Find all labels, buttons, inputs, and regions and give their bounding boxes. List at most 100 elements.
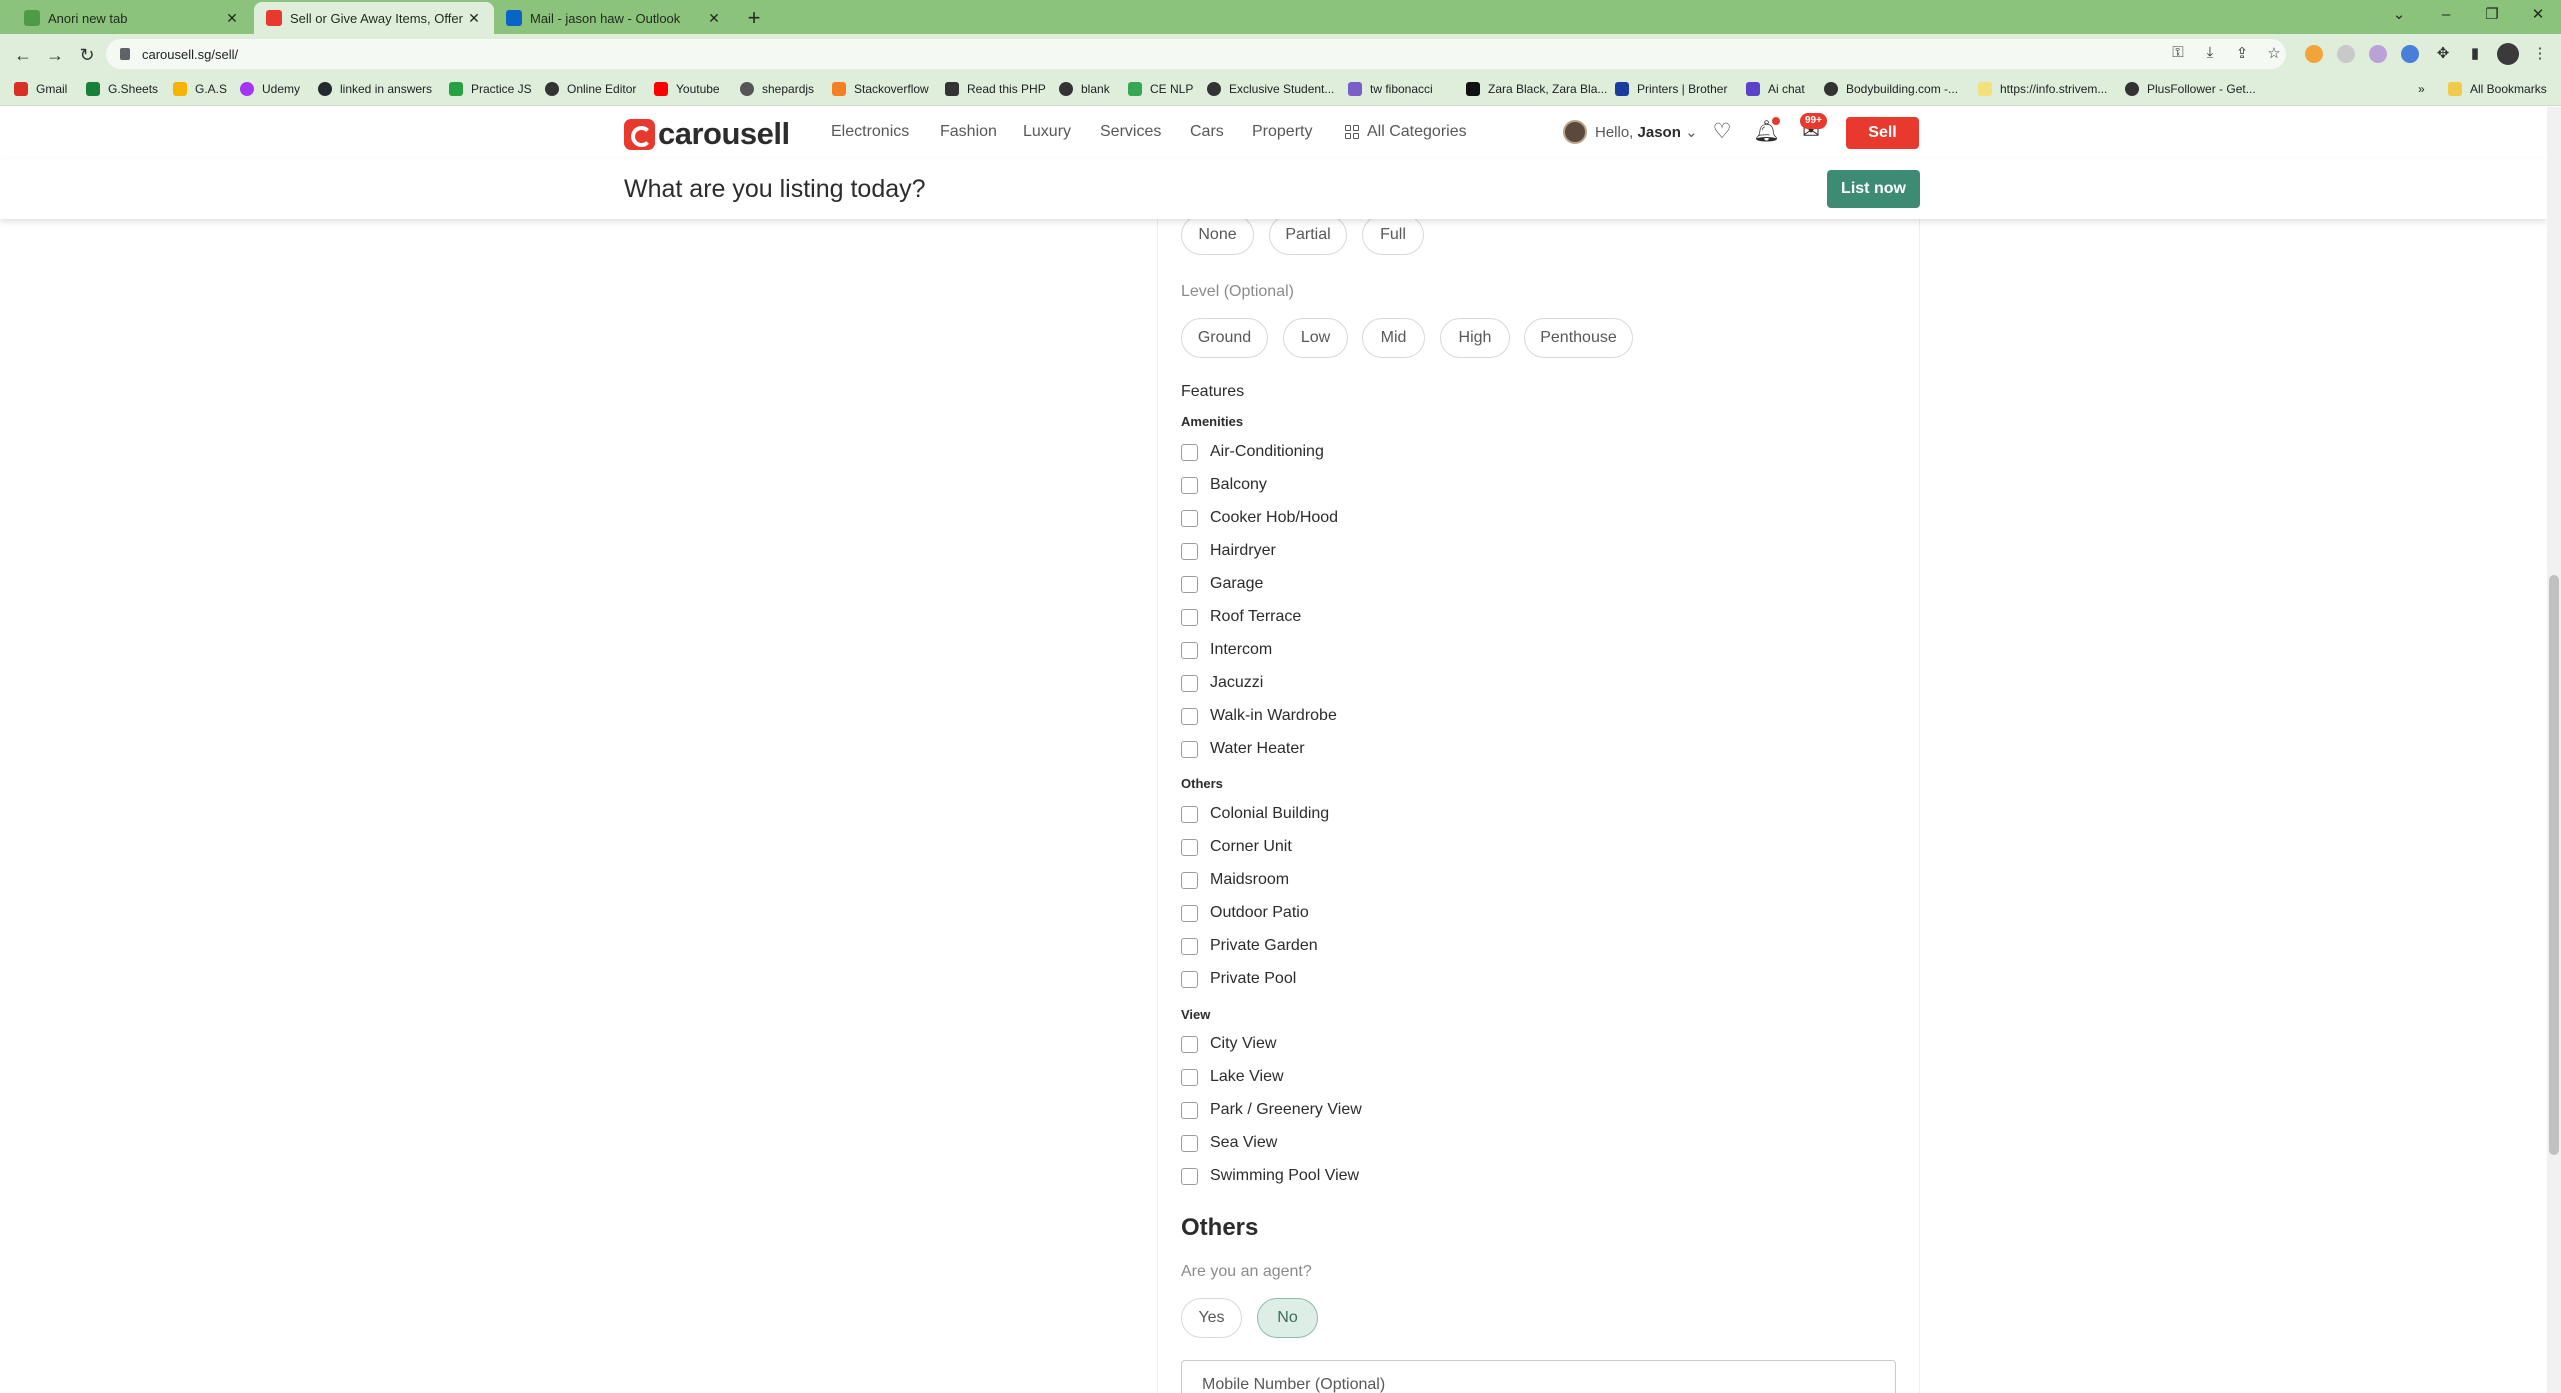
checkbox-icon[interactable]	[1181, 1101, 1198, 1119]
install-icon[interactable]: ⤓	[2200, 44, 2220, 61]
extension-blue-icon[interactable]	[2401, 45, 2419, 63]
address-bar[interactable]: carousell.sg/sell/	[106, 39, 2286, 69]
amenity-checkbox[interactable]: Roof Terrace	[1181, 608, 1301, 626]
list-now-button[interactable]: List now	[1827, 170, 1920, 208]
others-checkbox[interactable]: Maidsroom	[1181, 871, 1289, 889]
nav-all-categories[interactable]: All Categories	[1345, 123, 1467, 141]
share-icon[interactable]: ⇪	[2232, 44, 2252, 62]
back-arrow-icon[interactable]: ←	[10, 42, 36, 68]
bookmark-tw-fibonacci[interactable]: tw fibonacci	[1348, 82, 1433, 96]
new-tab-plus-icon[interactable]: +	[740, 4, 768, 32]
bookmark-youtube[interactable]: Youtube	[654, 82, 720, 96]
checkbox-icon[interactable]	[1181, 805, 1198, 823]
browser-tab-outlook[interactable]: Mail - jason haw - Outlook ✕	[494, 2, 734, 34]
reload-icon[interactable]: ↻	[74, 42, 100, 68]
level-low-option[interactable]: Low	[1283, 318, 1348, 358]
amenity-checkbox[interactable]: Cooker Hob/Hood	[1181, 509, 1338, 527]
bookmark-ai-chat[interactable]: Ai chat	[1746, 82, 1805, 96]
bookmark-gsheets[interactable]: G.Sheets	[86, 82, 158, 96]
bookmark-gmail[interactable]: Gmail	[14, 82, 67, 96]
bookmark-exclusive-student[interactable]: Exclusive Student...	[1207, 82, 1334, 96]
bookmark-brother-printers[interactable]: Printers | Brother	[1615, 82, 1727, 96]
scrollbar-thumb[interactable]	[2549, 575, 2559, 1155]
bookmark-plusfollower[interactable]: PlusFollower - Get...	[2125, 82, 2256, 96]
view-checkbox[interactable]: Sea View	[1181, 1134, 1277, 1152]
user-avatar[interactable]	[1563, 120, 1587, 144]
amenity-checkbox[interactable]: Intercom	[1181, 641, 1272, 659]
checkbox-icon[interactable]	[1181, 641, 1198, 659]
bookmark-read-this-php[interactable]: Read this PHP	[945, 82, 1046, 96]
checkbox-icon[interactable]	[1181, 443, 1198, 461]
checkbox-icon[interactable]	[1181, 476, 1198, 494]
sell-button[interactable]: Sell	[1846, 117, 1919, 149]
browser-tab-anori[interactable]: Anori new tab ✕	[12, 2, 252, 34]
agent-no-option[interactable]: No	[1257, 1298, 1318, 1338]
browser-tab-carousell[interactable]: Sell or Give Away Items, Offer Se ✕	[254, 2, 494, 34]
checkbox-icon[interactable]	[1181, 608, 1198, 626]
bookmark-stackoverflow[interactable]: Stackoverflow	[832, 82, 929, 96]
bookmark-star-icon[interactable]: ☆	[2264, 44, 2284, 62]
profile-avatar-icon[interactable]	[2497, 43, 2519, 65]
forward-arrow-icon[interactable]: →	[42, 42, 68, 68]
bookmark-bodybuilding[interactable]: Bodybuilding.com -...	[1824, 82, 1958, 96]
view-checkbox[interactable]: Swimming Pool View	[1181, 1167, 1359, 1185]
all-bookmarks-folder[interactable]: All Bookmarks	[2448, 82, 2547, 96]
furnishing-full-option[interactable]: Full	[1362, 215, 1424, 255]
close-tab-icon[interactable]: ✕	[706, 10, 722, 27]
bookmark-shepardjs[interactable]: shepardjs	[740, 82, 814, 96]
others-checkbox[interactable]: Outdoor Patio	[1181, 904, 1309, 922]
nav-electronics[interactable]: Electronics	[831, 123, 909, 141]
level-high-option[interactable]: High	[1440, 318, 1510, 358]
checkbox-icon[interactable]	[1181, 674, 1198, 692]
minimize-window-icon[interactable]: –	[2423, 0, 2469, 30]
level-ground-option[interactable]: Ground	[1181, 318, 1268, 358]
bookmark-linkedin-answers[interactable]: linked in answers	[318, 82, 432, 96]
extension-purple-icon[interactable]	[2369, 45, 2387, 63]
checkbox-icon[interactable]	[1181, 509, 1198, 527]
checkbox-icon[interactable]	[1181, 575, 1198, 593]
checkbox-icon[interactable]	[1181, 904, 1198, 922]
bookmark-udemy[interactable]: Udemy	[240, 82, 300, 96]
mobile-number-input[interactable]: Mobile Number (Optional)	[1181, 1360, 1896, 1393]
nav-services[interactable]: Services	[1100, 123, 1161, 141]
amenity-checkbox[interactable]: Hairdryer	[1181, 542, 1276, 560]
checkbox-icon[interactable]	[1181, 740, 1198, 758]
checkbox-icon[interactable]	[1181, 1035, 1198, 1053]
level-penthouse-option[interactable]: Penthouse	[1524, 318, 1633, 358]
key-icon[interactable]: ⚿	[2168, 44, 2188, 61]
bookmark-online-editor[interactable]: Online Editor	[545, 82, 636, 96]
others-checkbox[interactable]: Private Pool	[1181, 970, 1296, 988]
checkbox-icon[interactable]	[1181, 707, 1198, 725]
amenity-checkbox[interactable]: Air-Conditioning	[1181, 443, 1324, 461]
user-menu[interactable]: Hello, Jason ⌄	[1595, 123, 1698, 141]
bookmark-gas[interactable]: G.A.S	[173, 82, 227, 96]
others-checkbox[interactable]: Colonial Building	[1181, 805, 1329, 823]
checkbox-icon[interactable]	[1181, 542, 1198, 560]
checkbox-icon[interactable]	[1181, 1167, 1198, 1185]
nav-fashion[interactable]: Fashion	[940, 123, 997, 141]
restore-window-icon[interactable]: ❐	[2469, 0, 2515, 30]
agent-yes-option[interactable]: Yes	[1181, 1298, 1242, 1338]
close-tab-icon[interactable]: ✕	[466, 10, 482, 27]
extension-grey-icon[interactable]	[2337, 45, 2355, 63]
furnishing-none-option[interactable]: None	[1181, 215, 1254, 255]
checkbox-icon[interactable]	[1181, 937, 1198, 955]
bookmark-strivem[interactable]: https://info.strivem...	[1978, 82, 2107, 96]
checkbox-icon[interactable]	[1181, 1134, 1198, 1152]
carousell-logo[interactable]: carousell	[624, 116, 790, 152]
checkbox-icon[interactable]	[1181, 970, 1198, 988]
extensions-puzzle-icon[interactable]: ✥	[2433, 44, 2453, 62]
amenity-checkbox[interactable]: Walk-in Wardrobe	[1181, 707, 1337, 725]
nav-luxury[interactable]: Luxury	[1023, 123, 1071, 141]
amenity-checkbox[interactable]: Balcony	[1181, 476, 1267, 494]
side-panel-icon[interactable]: ▮	[2465, 44, 2485, 62]
checkbox-icon[interactable]	[1181, 871, 1198, 889]
others-checkbox[interactable]: Corner Unit	[1181, 838, 1292, 856]
extension-orange-icon[interactable]	[2305, 45, 2323, 63]
heart-icon[interactable]: ♡	[1709, 119, 1735, 145]
amenity-checkbox[interactable]: Jacuzzi	[1181, 674, 1263, 692]
nav-property[interactable]: Property	[1252, 123, 1312, 141]
checkbox-icon[interactable]	[1181, 1068, 1198, 1086]
close-tab-icon[interactable]: ✕	[224, 10, 240, 27]
bookmarks-overflow-chevron-icon[interactable]: »	[2418, 82, 2425, 96]
